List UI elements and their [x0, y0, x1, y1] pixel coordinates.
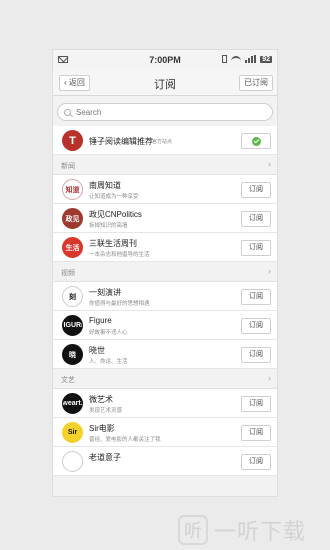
channel-name: 微艺术	[89, 395, 113, 404]
channel-desc: 人、命运、生活	[89, 359, 128, 365]
subscribe-button[interactable]: 订阅	[241, 347, 271, 363]
featured-row[interactable]: T 锤子阅读编辑推荐 官方站点	[53, 126, 277, 155]
channel-name: 三联生活周刊	[89, 239, 137, 248]
section-header[interactable]: 视频 ›	[53, 262, 277, 282]
channel-avatar: 知道	[62, 179, 83, 200]
channel-row[interactable]: 政见 政见CNPolitics 拆掉知识的高墙 订阅	[53, 204, 277, 233]
subscribe-button[interactable]: 订阅	[241, 211, 271, 227]
channel-desc: 好故事不违人心	[89, 330, 128, 336]
channel-row[interactable]: 晓晓世人、命运、生活 订阅	[53, 340, 277, 369]
subscribe-button[interactable]: 订阅	[241, 240, 271, 256]
featured-avatar: T	[62, 130, 83, 151]
channel-desc: 发现艺术灵感	[89, 408, 123, 414]
nav-bar: ‹ 返回 订阅 已订阅	[53, 70, 277, 96]
watermark: 听 一听下载	[178, 512, 328, 548]
subscribed-check-button[interactable]	[241, 133, 271, 149]
status-bar: 7:00PM 92	[53, 50, 277, 70]
channel-avatar: 晓	[62, 344, 83, 365]
subscribed-button[interactable]: 已订阅	[239, 75, 273, 91]
channel-desc: 一本杂志和他倡导的生活	[89, 252, 150, 258]
channel-desc: 你值得与最好的思想相遇	[89, 301, 150, 307]
section-label: 新闻	[61, 163, 75, 170]
channel-avatar: weart.	[62, 393, 83, 414]
search-bar[interactable]	[57, 103, 273, 121]
channel-name: 一刻演讲	[89, 288, 121, 297]
phone-screen: 7:00PM 92 ‹ 返回 订阅 已订阅 T 锤子阅读编辑推荐 官方站点 新闻…	[53, 50, 277, 496]
section-label: 视频	[61, 270, 75, 277]
search-input[interactable]	[76, 107, 226, 117]
subscribe-button[interactable]: 订阅	[241, 454, 271, 470]
subscribe-button[interactable]: 订阅	[241, 289, 271, 305]
channel-name: Sir电影	[89, 424, 115, 433]
channel-desc: 拆掉知识的高墙	[89, 223, 128, 229]
check-icon	[251, 136, 261, 146]
channel-name: 政见CNPolitics	[89, 210, 142, 219]
signal-icon	[245, 55, 257, 63]
vibrate-icon	[222, 55, 228, 63]
section-label: 文艺	[61, 377, 75, 384]
chevron-right-icon: ›	[268, 266, 271, 276]
subscribe-button[interactable]: 订阅	[241, 425, 271, 441]
channel-row[interactable]: 知道 南周知道让知道成为一种享受 订阅	[53, 175, 277, 204]
section-header[interactable]: 新闻 ›	[53, 155, 277, 175]
channel-list: 新闻 › 知道 南周知道 让知道成为一种享受 订阅 政见 政见CNPolitics 拆掉知识的高…	[53, 155, 277, 476]
chevron-right-icon: ›	[268, 159, 271, 169]
channel-name: 南周知道	[89, 181, 121, 190]
channel-row[interactable]: 老道意子 订阅	[53, 447, 277, 476]
channel-avatar: 政见	[62, 208, 83, 229]
channel-row[interactable]: weart. 微艺术发现艺术灵感 订阅	[53, 389, 277, 418]
watermark-text: 一听下载	[214, 519, 307, 544]
subscribe-button[interactable]: 订阅	[241, 182, 271, 198]
channel-name: 晓世	[89, 346, 105, 355]
featured-name: 锤子阅读编辑推荐	[89, 137, 153, 146]
channel-row[interactable]: FIGURE Figure 好故事不违人心 订阅	[53, 311, 277, 340]
channel-avatar	[62, 451, 83, 472]
channel-row[interactable]: Sir Sir电影曾经、爱电影的人都关注了我 订阅	[53, 418, 277, 447]
featured-tag: 官方站点	[152, 139, 173, 145]
channel-desc: 曾经、爱电影的人都关注了我	[89, 437, 161, 443]
channel-avatar: FIGURE	[62, 315, 83, 336]
channel-row[interactable]: 生活 三联生活周刊一本杂志和他倡导的生活 订阅	[53, 233, 277, 262]
wifi-icon	[231, 56, 242, 62]
channel-name: 老道意子	[89, 453, 121, 462]
search-icon	[64, 108, 71, 116]
channel-desc: 让知道成为一种享受	[89, 194, 139, 200]
channel-row[interactable]: 刻一刻演讲你值得与最好的思想相遇 订阅	[53, 282, 277, 311]
channel-avatar: Sir	[62, 422, 83, 443]
channel-name: Figure	[89, 316, 112, 325]
subscribe-button[interactable]: 订阅	[241, 396, 271, 412]
watermark-logo: 听	[178, 515, 208, 545]
chevron-right-icon: ›	[268, 373, 271, 383]
channel-avatar: 刻	[62, 286, 83, 307]
section-header[interactable]: 文艺 ›	[53, 369, 277, 389]
channel-avatar: 生活	[62, 237, 83, 258]
battery-icon: 92	[260, 55, 272, 63]
subscribe-button[interactable]: 订阅	[241, 318, 271, 334]
